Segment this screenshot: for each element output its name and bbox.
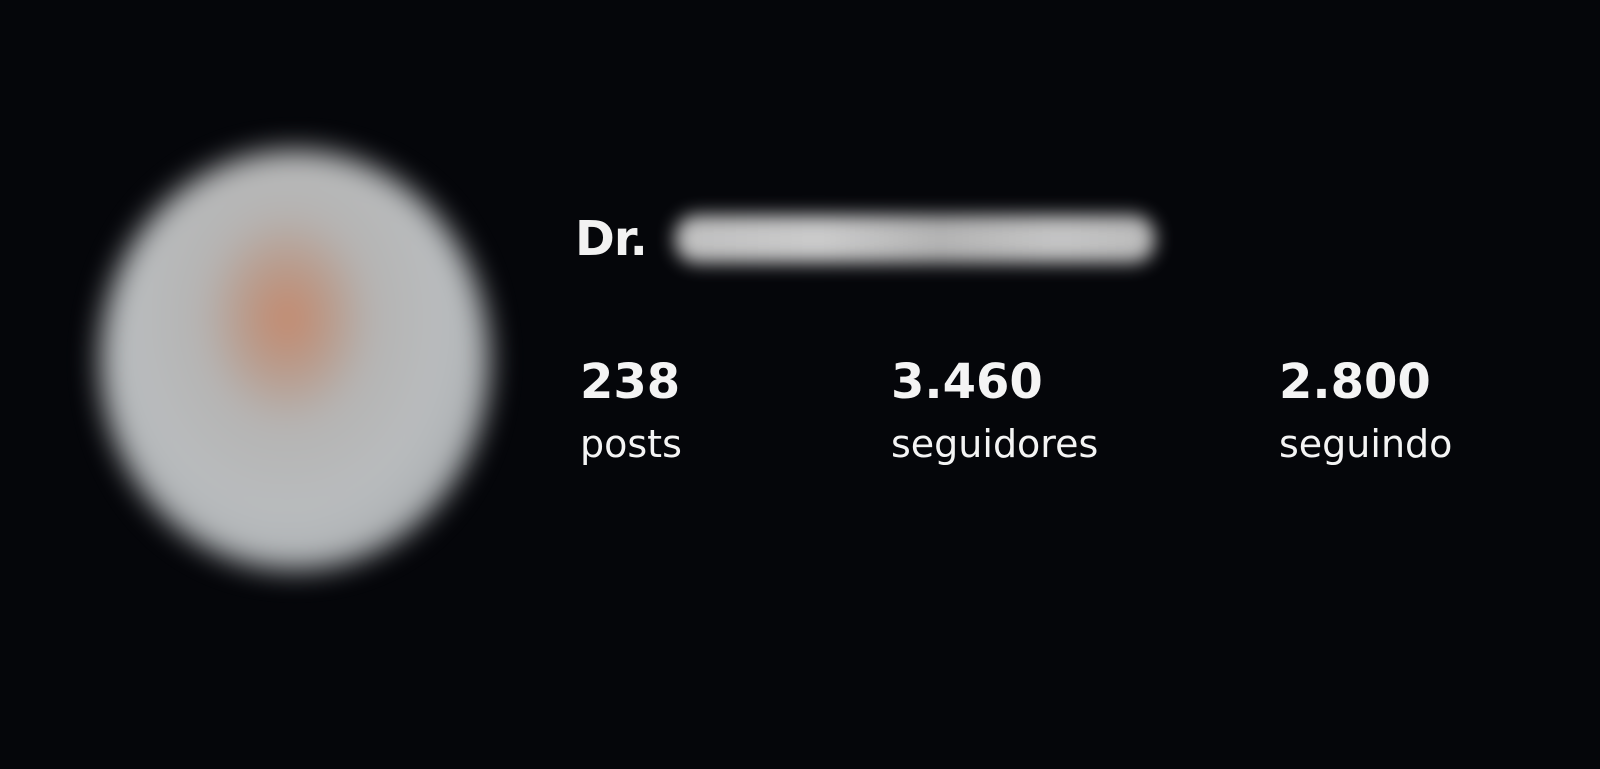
stat-following[interactable]: 2.800 seguindo: [1279, 354, 1452, 472]
followers-label: seguidores: [891, 422, 1099, 466]
stat-followers[interactable]: 3.460 seguidores: [891, 354, 1098, 472]
profile-name: Dr.: [575, 208, 1155, 270]
posts-label: posts: [580, 422, 682, 466]
following-count: 2.800: [1279, 354, 1431, 410]
following-label: seguindo: [1279, 422, 1453, 466]
name-prefix: Dr.: [575, 211, 648, 267]
stat-posts[interactable]: 238 posts: [580, 354, 682, 472]
profile-header: Dr. 238 posts 3.460 seguidores 2.800 seg…: [0, 0, 1600, 769]
followers-count: 3.460: [891, 354, 1043, 410]
posts-count: 238: [580, 354, 681, 410]
blurred-name: [674, 215, 1155, 263]
avatar[interactable]: [100, 150, 490, 570]
